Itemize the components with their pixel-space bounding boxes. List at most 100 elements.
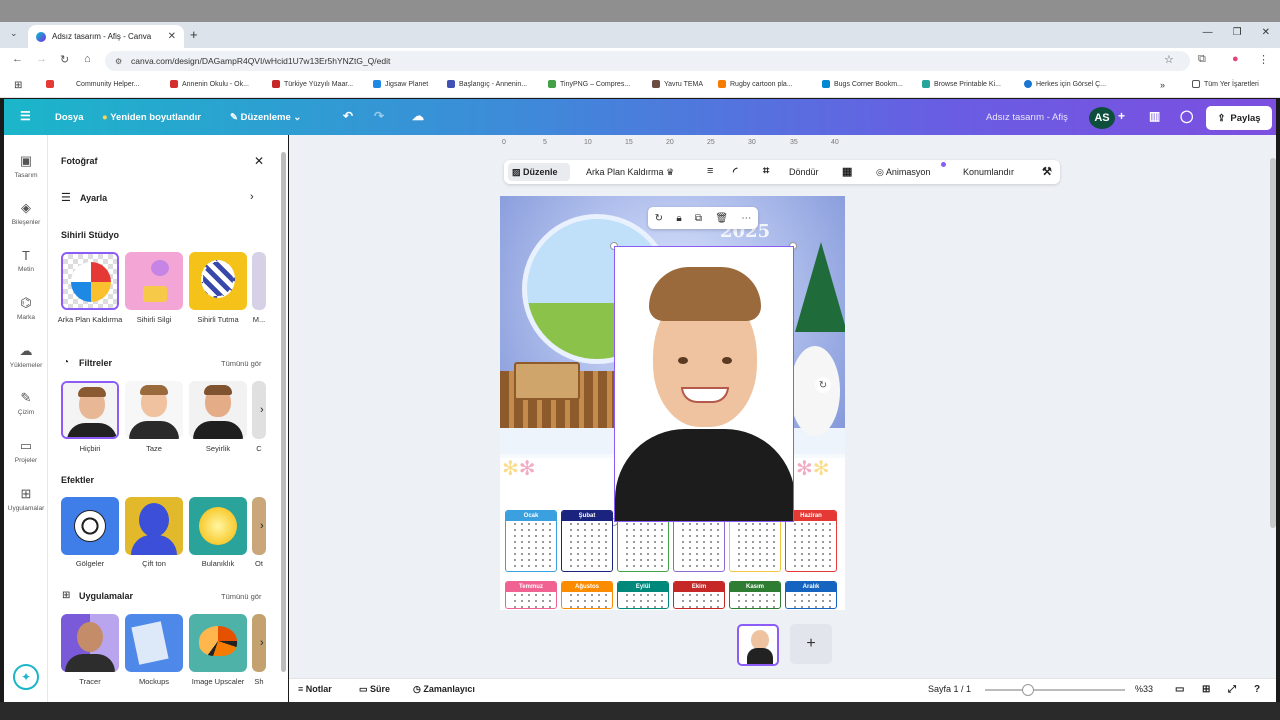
app-tracer-thumb[interactable] [61, 614, 119, 672]
transparency-icon[interactable]: ▦ [842, 165, 852, 178]
more-icon[interactable]: ⋯ [741, 213, 751, 224]
app-mockups-thumb[interactable] [125, 614, 183, 672]
rail-projects[interactable]: ▭ Projeler [4, 438, 48, 464]
tab-close-icon[interactable]: ✕ [168, 31, 176, 42]
border-style-icon[interactable]: ≡ [707, 165, 713, 177]
paint-format-icon[interactable]: ⚒ [1042, 165, 1052, 178]
page-indicator[interactable]: Sayfa 1 / 1 [928, 684, 971, 694]
add-page-button[interactable]: + [790, 624, 832, 664]
effect-shadows-thumb[interactable] [61, 497, 119, 555]
corner-rounding-icon[interactable]: ◜ [733, 165, 737, 178]
panel-scrollbar[interactable] [281, 152, 286, 672]
bookmark-star-icon[interactable]: ☆ [1164, 53, 1174, 66]
magic-eraser-thumb[interactable] [125, 252, 183, 310]
bookmark-0[interactable]: Community Helper... [46, 80, 139, 88]
close-window-icon[interactable]: ✕ [1262, 27, 1270, 38]
rotate-button[interactable]: Döndür [789, 167, 819, 177]
home-icon[interactable]: ⌂ [84, 53, 91, 65]
fullscreen-icon[interactable]: ⤢ [1228, 684, 1236, 695]
bookmark-9[interactable]: Browse Printable Ki... [922, 80, 1001, 88]
reload-icon[interactable]: ↻ [60, 53, 69, 66]
document-title[interactable]: Adsız tasarım - Afiş [986, 112, 1068, 123]
bookmark-6[interactable]: Yavru TEMA [652, 80, 703, 88]
cloud-save-icon[interactable]: ☁ [412, 109, 424, 123]
replace-icon[interactable]: ↻ [655, 213, 663, 224]
url-bar[interactable]: ⚙ canva.com/design/DAGampR4QVI/wHcid1U7w… [105, 51, 1190, 71]
rail-elements[interactable]: ◈ Bileşenler [4, 200, 48, 226]
bookmark-2[interactable]: Türkiye Yüzyılı Maar... [272, 80, 353, 88]
file-menu[interactable]: Dosya [55, 112, 84, 123]
filter-none-thumb[interactable] [61, 381, 119, 439]
rail-apps[interactable]: ⊞ Uygulamalar [4, 486, 48, 512]
crop-icon[interactable]: ⌗ [763, 165, 769, 178]
rotate-handle-icon[interactable]: ↻ [815, 377, 831, 393]
add-collaborator-icon[interactable]: + [1118, 109, 1125, 123]
filters-see-all[interactable]: Tümünü gör [221, 359, 261, 368]
avatar[interactable]: AS [1089, 107, 1115, 129]
selected-photo[interactable] [614, 246, 794, 522]
bookmark-4[interactable]: Başlangıç - Annenin... [447, 80, 527, 88]
workspace-scrollbar[interactable] [1270, 158, 1276, 528]
menu-icon[interactable]: ⋮ [1258, 53, 1269, 66]
magic-more-thumb[interactable] [252, 252, 266, 310]
site-info-icon[interactable]: ⚙ [115, 57, 122, 66]
filters-next-icon[interactable]: › [260, 404, 264, 416]
rail-text[interactable]: T Metin [4, 248, 48, 273]
zoom-slider[interactable] [985, 684, 1125, 696]
adjust-row[interactable]: ☰ Ayarla › [61, 190, 266, 206]
rail-uploads[interactable]: ☁ Yüklemeler [4, 343, 48, 369]
bookmark-8[interactable]: Bugs Corner Bookm... [822, 80, 903, 88]
hamburger-icon[interactable]: ☰ [20, 109, 31, 123]
lock-icon[interactable]: 🔒︎ [676, 213, 681, 224]
bookmark-10[interactable]: Herkes için Görsel Ç... [1024, 80, 1106, 88]
filter-fresh-thumb[interactable] [125, 381, 183, 439]
back-icon[interactable]: ← [12, 53, 23, 65]
bookmark-1[interactable]: Annenin Okulu - Ok... [170, 80, 249, 88]
new-tab-icon[interactable]: + [190, 27, 198, 42]
filter-cinematic-thumb[interactable] [189, 381, 247, 439]
tab-search-icon[interactable]: ⌄ [10, 28, 18, 39]
profile-icon[interactable]: ● [1232, 53, 1239, 65]
comment-icon[interactable]: ◯ [1180, 109, 1193, 123]
resize-button[interactable]: ● Yeniden boyutlandır [102, 112, 201, 123]
rail-draw[interactable]: ✎ Çizim [4, 390, 48, 416]
undo-icon[interactable]: ↶ [343, 109, 353, 123]
rail-brand[interactable]: ⌬ Marka [4, 295, 48, 321]
delete-icon[interactable]: 🗑︎ [715, 213, 728, 224]
rail-design[interactable]: ▣ Tasarım [4, 153, 48, 179]
zoom-slider-knob[interactable] [1022, 684, 1034, 696]
apps-next-icon[interactable]: › [260, 637, 264, 649]
zoom-level[interactable]: %33 [1135, 684, 1153, 694]
browser-tab[interactable]: Adsız tasarım - Afiş - Canva ✕ [28, 25, 184, 48]
duration-button[interactable]: ▭ Süre [359, 684, 390, 695]
extensions-icon[interactable]: ⧉ [1198, 53, 1206, 66]
apps-see-all[interactable]: Tümünü gör [221, 592, 261, 601]
bg-remove-button[interactable]: Arka Plan Kaldırma ♛ [586, 167, 674, 178]
all-bookmarks[interactable]: Tüm Yer İşaretleri [1192, 80, 1259, 88]
magic-assistant-icon[interactable]: ✦ [13, 664, 39, 690]
minimize-icon[interactable]: — [1203, 27, 1213, 38]
duplicate-icon[interactable]: ⧉ [695, 213, 702, 224]
insights-icon[interactable]: ▥ [1149, 109, 1160, 123]
redo-icon[interactable]: ↷ [374, 109, 384, 123]
page-thumbnail[interactable] [737, 624, 779, 666]
bookmark-5[interactable]: TinyPNG – Compres... [548, 80, 630, 88]
edit-image-button[interactable]: ▨ Düzenle [512, 167, 558, 178]
help-icon[interactable]: ? [1254, 684, 1260, 695]
timer-button[interactable]: ◷ Zamanlayıcı [413, 684, 475, 695]
app-upscaler-thumb[interactable] [189, 614, 247, 672]
magic-grab-thumb[interactable] [189, 252, 247, 310]
forward-icon[interactable]: → [36, 53, 47, 65]
share-button[interactable]: ⇪ Paylaş [1206, 106, 1272, 130]
position-button[interactable]: Konumlandır [963, 167, 1014, 177]
bookmarks-overflow-icon[interactable]: » [1160, 80, 1165, 90]
grid-view-icon[interactable]: ⊞ [1202, 684, 1210, 695]
page-view-icon[interactable]: ▭ [1175, 684, 1184, 695]
effects-next-icon[interactable]: › [260, 520, 264, 532]
close-panel-icon[interactable]: ✕ [254, 154, 264, 168]
bookmark-3[interactable]: Jigsaw Planet [373, 80, 428, 88]
editing-mode-button[interactable]: ✎ Düzenleme ⌄ [230, 112, 301, 123]
effect-blur-thumb[interactable] [189, 497, 247, 555]
effect-duotone-thumb[interactable] [125, 497, 183, 555]
animate-button[interactable]: ◎ Animasyon [876, 167, 930, 178]
